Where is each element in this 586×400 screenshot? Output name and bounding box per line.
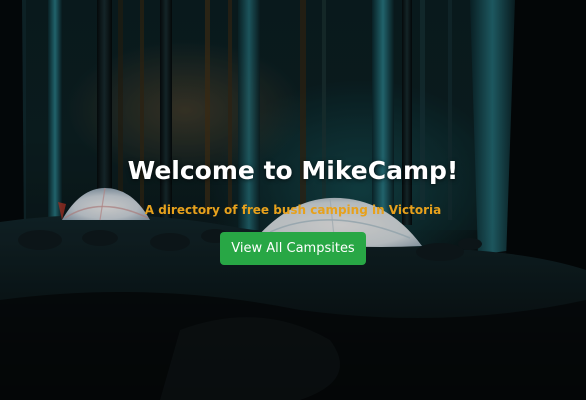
page-title: Welcome to MikeCamp! [127,156,459,185]
hero-subtitle: A directory of free bush camping in Vict… [144,203,442,217]
view-all-campsites-button[interactable]: View All Campsites [220,232,366,265]
hero-content: Welcome to MikeCamp! A directory of free… [0,152,586,265]
hero-section: Welcome to MikeCamp! A directory of free… [0,0,586,400]
